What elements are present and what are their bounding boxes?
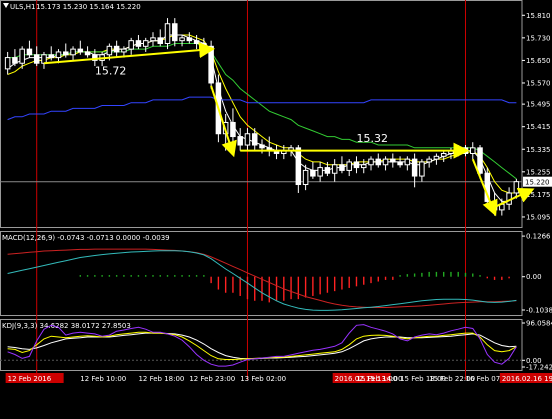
macd-label: MACD(12,26,9) -0.0743 -0.0713 0.0000 -0.… <box>2 234 170 242</box>
candle-body[interactable] <box>360 164 367 169</box>
chart-background <box>0 0 552 415</box>
price-annotation: 15.72 <box>95 65 127 78</box>
candle-body[interactable] <box>244 133 251 146</box>
candle-body[interactable] <box>157 37 164 44</box>
candle-body[interactable] <box>77 48 84 53</box>
candle-body[interactable] <box>440 152 447 157</box>
candle-body[interactable] <box>26 48 33 56</box>
macd-y-tick-label: 0.1266 <box>526 233 551 241</box>
candle-body[interactable] <box>172 23 178 42</box>
candle-body[interactable] <box>404 158 411 166</box>
candle-body[interactable] <box>142 40 149 47</box>
candle-body[interactable] <box>339 164 345 171</box>
candle-body[interactable] <box>55 51 62 59</box>
candle-body[interactable] <box>186 37 193 42</box>
candle-body[interactable] <box>84 51 91 56</box>
candle-body[interactable] <box>4 57 11 70</box>
candle-body[interactable] <box>375 158 382 166</box>
candle-body[interactable] <box>397 161 403 166</box>
y-tick-label: 15.255 <box>526 168 551 176</box>
y-tick-label: 15.095 <box>526 213 551 221</box>
candle-body[interactable] <box>251 133 258 146</box>
candle-body[interactable] <box>477 147 483 174</box>
candle-body[interactable] <box>237 136 243 146</box>
candle-body[interactable] <box>48 54 54 59</box>
y-tick-label: 15.175 <box>526 191 551 199</box>
candle-body[interactable] <box>150 37 156 42</box>
time-label: 12 Feb 23:00 <box>189 375 235 383</box>
candle-body[interactable] <box>113 45 120 53</box>
candle-body[interactable] <box>164 23 171 44</box>
candle-body[interactable] <box>33 54 40 64</box>
candle-body[interactable] <box>433 155 440 160</box>
candle-body[interactable] <box>317 167 323 177</box>
candle-body[interactable] <box>295 147 302 186</box>
y-tick-label: 15.650 <box>526 57 551 65</box>
kdj-y-tick-label: 96.0584 <box>526 319 552 327</box>
candle-body[interactable] <box>302 169 309 186</box>
time-label: 12 Feb 10:00 <box>80 375 126 383</box>
candle-body[interactable] <box>193 40 200 44</box>
trading-chart[interactable]: 15.810 15.730 15.650 15.570 15.495 15.415 15.3… <box>0 0 552 415</box>
candle-body[interactable] <box>419 161 425 177</box>
time-label: 12 Feb 18:00 <box>138 375 184 383</box>
candle-body[interactable] <box>353 161 360 169</box>
candle-body[interactable] <box>310 169 316 177</box>
candle-body[interactable] <box>382 158 389 166</box>
time-label: 15 Feb 14:00 <box>356 375 402 383</box>
candle-body[interactable] <box>135 40 142 47</box>
candle-body[interactable] <box>208 45 214 84</box>
candle-body[interactable] <box>41 54 47 64</box>
current-price-label: 15.220 <box>525 179 550 187</box>
candle-body[interactable] <box>128 40 134 50</box>
candle-body[interactable] <box>63 51 69 56</box>
ohlc-readout: 15.173 15.230 15.164 15.220 <box>36 3 141 11</box>
candle-body[interactable] <box>513 181 520 194</box>
time-label: 12 Feb 2016 <box>8 375 52 383</box>
candle-body[interactable] <box>19 48 25 64</box>
candle-body[interactable] <box>179 37 185 42</box>
candle-body[interactable] <box>390 158 396 163</box>
candle-body[interactable] <box>230 121 236 138</box>
candle-body[interactable] <box>368 158 374 166</box>
price-annotation: 15.32 <box>356 132 388 145</box>
time-label: 2016.02.16 19:00 <box>502 375 552 383</box>
y-tick-label: 15.335 <box>526 146 551 154</box>
chart-svg: 15.810 15.730 15.650 15.570 15.495 15.415 15.3… <box>0 0 552 415</box>
y-tick-label: 15.415 <box>526 123 551 131</box>
candle-body[interactable] <box>346 161 352 171</box>
candle-body[interactable] <box>470 147 476 154</box>
y-tick-label: 15.810 <box>526 12 551 20</box>
candle-body[interactable] <box>426 158 432 163</box>
kdj-y-tick-label: -17.2428 <box>526 364 552 372</box>
symbol-label: ULS,H1 <box>10 3 35 11</box>
candle-body[interactable] <box>106 45 113 56</box>
candle-body[interactable] <box>70 48 76 56</box>
time-label: 13 Feb 02:00 <box>240 375 286 383</box>
y-tick-label: 15.495 <box>526 101 551 109</box>
candle-body[interactable] <box>324 167 331 174</box>
candle-body[interactable] <box>259 144 265 149</box>
macd-y-tick-label: -0.1038 <box>526 307 552 315</box>
kdj-label: KDJ(9,3,3) 34.6282 38.0172 27.8503 <box>2 322 131 330</box>
y-tick-label: 15.570 <box>526 79 551 87</box>
candle-body[interactable] <box>201 42 207 47</box>
macd-y-tick-label: 0.00 <box>526 273 542 281</box>
candle-body[interactable] <box>121 48 127 53</box>
candle-body[interactable] <box>331 164 338 174</box>
candle-body[interactable] <box>12 57 18 64</box>
candle-body[interactable] <box>411 158 418 177</box>
y-tick-label: 15.730 <box>526 34 551 42</box>
